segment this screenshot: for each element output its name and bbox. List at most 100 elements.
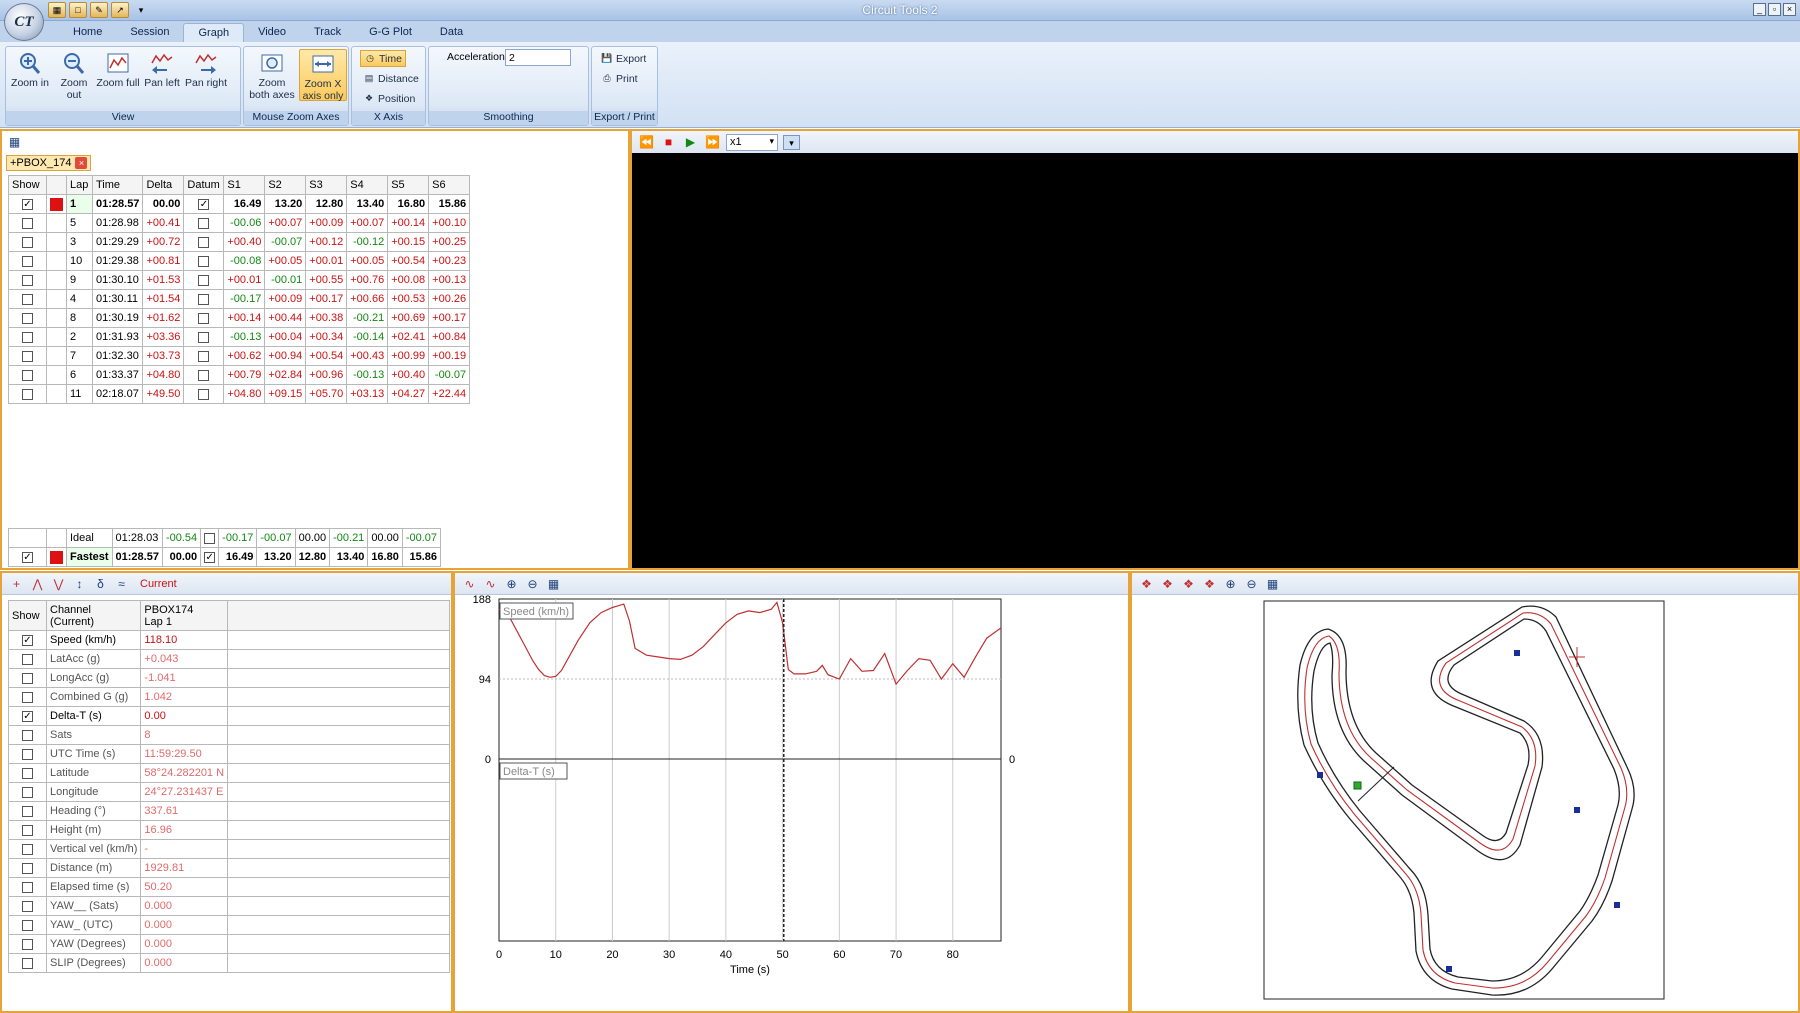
- channel-row[interactable]: ✓ Speed (km/h) 118.10: [8, 630, 451, 650]
- graph-zoom-out-icon[interactable]: ⊖: [524, 576, 541, 592]
- datum-checkbox[interactable]: [198, 293, 210, 305]
- channel-row[interactable]: ✓ Delta-T (s) 0.00: [8, 706, 451, 726]
- x-axis-position-option[interactable]: ❖ Position: [360, 90, 418, 107]
- lap-show-cell[interactable]: [8, 232, 47, 252]
- lap-show-cell[interactable]: [8, 213, 47, 233]
- tab-home[interactable]: Home: [59, 23, 116, 42]
- average-icon[interactable]: ≈: [113, 576, 130, 592]
- channel-show-checkbox[interactable]: [22, 919, 33, 931]
- close-icon[interactable]: ×: [75, 157, 88, 169]
- channel-show-checkbox[interactable]: [22, 881, 33, 893]
- laps-col-4[interactable]: Delta: [142, 175, 185, 195]
- channel-show-cell[interactable]: [8, 725, 47, 745]
- channel-show-cell[interactable]: [8, 782, 47, 802]
- channel-show-cell[interactable]: [8, 896, 47, 916]
- lap-datum-cell[interactable]: [183, 232, 225, 252]
- show-checkbox[interactable]: ✓: [22, 198, 33, 210]
- show-checkbox[interactable]: [22, 388, 33, 400]
- laps-col-9[interactable]: S4: [346, 175, 389, 195]
- lap-datum-cell[interactable]: [183, 289, 225, 309]
- channel-show-checkbox[interactable]: [22, 900, 33, 912]
- channel-show-checkbox[interactable]: ✓: [22, 710, 33, 722]
- graph-tool-1-icon[interactable]: ∿: [461, 576, 478, 592]
- track-tool-3-icon[interactable]: ❖: [1180, 576, 1197, 592]
- lap-row[interactable]: 4 01:30.11 +01.54 -00.17 +00.09 +00.17 +00.66 +…: [8, 289, 471, 309]
- columns-icon[interactable]: ▦: [6, 134, 23, 150]
- minimize-button[interactable]: _: [1753, 3, 1766, 16]
- channel-show-checkbox[interactable]: [22, 729, 33, 741]
- laps-col-5[interactable]: Datum: [183, 175, 225, 195]
- close-button[interactable]: ×: [1783, 3, 1796, 16]
- channel-row[interactable]: Distance (m) 1929.81: [8, 858, 451, 878]
- rewind-icon[interactable]: ⏪: [638, 135, 655, 150]
- track-tool-1-icon[interactable]: ❖: [1138, 576, 1155, 592]
- session-tab[interactable]: +PBOX_174 ×: [6, 155, 92, 171]
- lap-datum-cell[interactable]: [200, 528, 220, 548]
- channel-show-cell[interactable]: ✓: [8, 706, 47, 726]
- range-icon[interactable]: ↕: [71, 576, 88, 592]
- laps-col-8[interactable]: S3: [305, 175, 348, 195]
- datum-checkbox[interactable]: [198, 217, 210, 229]
- track-zoom-out-icon[interactable]: ⊖: [1243, 576, 1260, 592]
- show-checkbox[interactable]: [22, 274, 33, 286]
- channel-row[interactable]: YAW (Degrees) 0.000: [8, 934, 451, 954]
- zoom-x-axis-only-button[interactable]: Zoom X axis only: [299, 49, 347, 102]
- channel-show-checkbox[interactable]: [22, 691, 33, 703]
- lap-row[interactable]: 6 01:33.37 +04.80 +00.79 +02.84 +00.96 -00.13 +…: [8, 365, 471, 385]
- track-tool-4-icon[interactable]: ❖: [1201, 576, 1218, 592]
- lap-show-cell[interactable]: [8, 289, 47, 309]
- zoom-full-button[interactable]: Zoom full: [96, 49, 140, 101]
- lap-show-cell[interactable]: [8, 384, 47, 404]
- pan-right-button[interactable]: Pan right: [184, 49, 228, 101]
- channel-show-cell[interactable]: [8, 858, 47, 878]
- lap-show-cell[interactable]: [8, 365, 47, 385]
- app-logo[interactable]: CT: [4, 3, 44, 41]
- zoom-both-axes-button[interactable]: Zoom both axes: [248, 49, 296, 101]
- lap-datum-cell[interactable]: ✓: [183, 194, 225, 214]
- channel-show-cell[interactable]: [8, 668, 47, 688]
- show-checkbox[interactable]: [22, 293, 33, 305]
- channel-show-checkbox[interactable]: [22, 805, 33, 817]
- lap-datum-cell[interactable]: [183, 327, 225, 347]
- show-checkbox[interactable]: [22, 217, 33, 229]
- print-button[interactable]: ⎙ Print: [598, 70, 641, 87]
- lap-show-cell[interactable]: [8, 270, 47, 290]
- channel-row[interactable]: YAW__ (Sats) 0.000: [8, 896, 451, 916]
- track-zoom-in-icon[interactable]: ⊕: [1222, 576, 1239, 592]
- maximize-button[interactable]: ▫: [1768, 3, 1781, 16]
- lap-datum-cell[interactable]: [183, 251, 225, 271]
- track-zoom-full-icon[interactable]: ▦: [1264, 576, 1281, 592]
- channel-row[interactable]: LatAcc (g) +0.043: [8, 649, 451, 669]
- stop-icon[interactable]: ■: [660, 135, 677, 150]
- fast-forward-icon[interactable]: ⏩: [704, 135, 721, 150]
- lap-row[interactable]: 3 01:29.29 +00.72 +00.40 -00.07 +00.12 -00.12 +…: [8, 232, 471, 252]
- lap-datum-cell[interactable]: [183, 270, 225, 290]
- channel-show-checkbox[interactable]: [22, 653, 33, 665]
- datum-checkbox[interactable]: [198, 369, 210, 381]
- laps-col-1[interactable]: [46, 175, 67, 195]
- channel-row[interactable]: Elapsed time (s) 50.20: [8, 877, 451, 897]
- video-settings-icon[interactable]: ▾: [783, 134, 800, 150]
- channel-show-cell[interactable]: [8, 915, 47, 935]
- lap-show-cell[interactable]: ✓: [8, 547, 47, 567]
- channel-show-checkbox[interactable]: [22, 957, 33, 969]
- channel-row[interactable]: UTC Time (s) 11:59:29.50: [8, 744, 451, 764]
- lap-datum-cell[interactable]: ✓: [200, 547, 220, 567]
- current-mode-label[interactable]: Current: [140, 578, 177, 590]
- channel-show-cell[interactable]: [8, 801, 47, 821]
- speed-delta-chart[interactable]: 0 10 20 30 40 50 60 70 80 188 94 0 0 Speed (km/h) Delt…: [455, 595, 1128, 1011]
- channel-show-checkbox[interactable]: [22, 767, 33, 779]
- lap-show-cell[interactable]: [8, 251, 47, 271]
- show-checkbox[interactable]: [22, 312, 33, 324]
- pan-left-button[interactable]: Pan left: [140, 49, 184, 101]
- channel-show-cell[interactable]: [8, 649, 47, 669]
- lap-row[interactable]: 7 01:32.30 +03.73 +00.62 +00.94 +00.54 +00.43 +…: [8, 346, 471, 366]
- lap-datum-cell[interactable]: [183, 213, 225, 233]
- tab-session[interactable]: Session: [116, 23, 183, 42]
- datum-checkbox[interactable]: [198, 331, 210, 343]
- min-icon[interactable]: ⋁: [50, 576, 67, 592]
- max-icon[interactable]: ⋀: [29, 576, 46, 592]
- tab-track[interactable]: Track: [300, 23, 355, 42]
- channel-row[interactable]: LongAcc (g) -1.041: [8, 668, 451, 688]
- channel-show-cell[interactable]: [8, 953, 47, 973]
